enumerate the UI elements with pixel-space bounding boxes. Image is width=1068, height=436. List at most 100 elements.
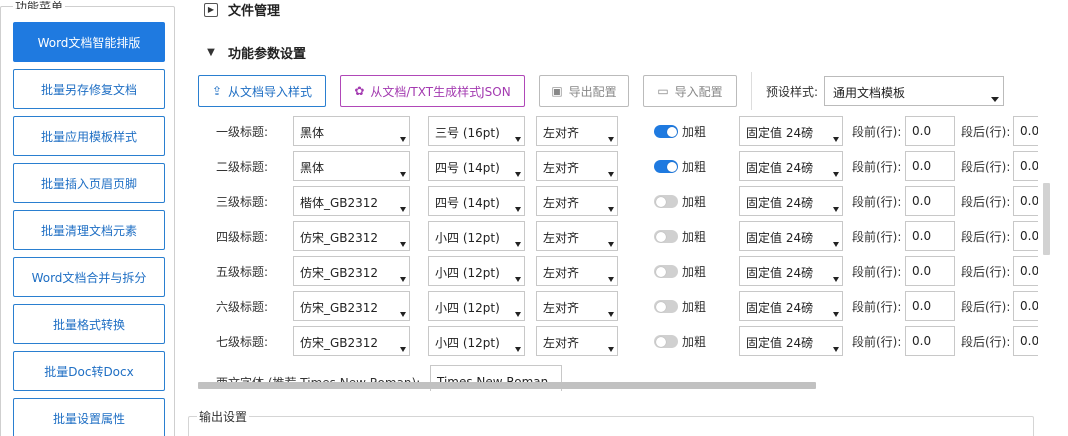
heading-settings-scroll-area[interactable]: 一级标题: 黑体 三号 (16pt) 左对齐 加粗 固定值 24磅 段前(行): 0.0 段后(… bbox=[198, 115, 1038, 391]
space-before-input[interactable]: 0.0 bbox=[905, 151, 955, 181]
space-before-input[interactable]: 0.0 bbox=[905, 326, 955, 356]
bold-label: 加粗 bbox=[682, 160, 707, 174]
horizontal-scrollbar[interactable] bbox=[198, 381, 1038, 390]
font-select-value: 仿宋_GB2312 bbox=[300, 231, 379, 245]
section-file-management[interactable]: ▶ 文件管理 bbox=[204, 0, 280, 19]
bold-label: 加粗 bbox=[682, 300, 707, 314]
bold-toggle[interactable] bbox=[654, 335, 678, 348]
bold-toggle[interactable] bbox=[654, 125, 678, 138]
chevron-down-icon bbox=[833, 172, 839, 177]
align-select[interactable]: 左对齐 bbox=[536, 256, 618, 286]
params-toolbar: ⇪ 从文档导入样式 ✿ 从文档/TXT生成样式JSON ▣ 导出配置 ▭ 导入配… bbox=[198, 72, 1005, 110]
sidebar-item[interactable]: 批量应用模板样式 bbox=[13, 116, 165, 156]
font-select[interactable]: 仿宋_GB2312 bbox=[293, 221, 410, 251]
font-select[interactable]: 仿宋_GB2312 bbox=[293, 326, 410, 356]
space-before-input[interactable]: 0.0 bbox=[905, 256, 955, 286]
font-select[interactable]: 仿宋_GB2312 bbox=[293, 291, 410, 321]
heading-row: 五级标题: 仿宋_GB2312 小四 (12pt) 左对齐 加粗 固定值 24磅 段前(行)… bbox=[198, 255, 1038, 287]
folder-icon: ▭ bbox=[657, 84, 669, 98]
import-config-button[interactable]: ▭ 导入配置 bbox=[643, 75, 737, 107]
sidebar-item[interactable]: 批量另存修复文档 bbox=[13, 69, 165, 109]
space-before-label: 段前(行): bbox=[852, 230, 902, 244]
align-select-value: 左对齐 bbox=[543, 266, 580, 280]
size-select[interactable]: 小四 (12pt) bbox=[428, 326, 525, 356]
section-params[interactable]: ▼ 功能参数设置 bbox=[204, 43, 306, 62]
space-after-label: 段后(行): bbox=[961, 125, 1011, 139]
align-select[interactable]: 左对齐 bbox=[536, 291, 618, 321]
export-config-button[interactable]: ▣ 导出配置 bbox=[539, 75, 629, 107]
triangle-down-icon[interactable]: ▼ bbox=[204, 47, 218, 58]
size-select[interactable]: 四号 (14pt) bbox=[428, 186, 525, 216]
generate-style-json-button[interactable]: ✿ 从文档/TXT生成样式JSON bbox=[340, 75, 525, 107]
bold-toggle[interactable] bbox=[654, 195, 678, 208]
bold-toggle[interactable] bbox=[654, 160, 678, 173]
sidebar-item[interactable]: 批量设置属性 bbox=[13, 398, 165, 436]
import-style-button[interactable]: ⇪ 从文档导入样式 bbox=[198, 75, 326, 107]
size-select[interactable]: 小四 (12pt) bbox=[428, 256, 525, 286]
font-select[interactable]: 黑体 bbox=[293, 151, 410, 181]
line-spacing-select[interactable]: 固定值 24磅 bbox=[739, 151, 843, 181]
output-settings-title: 输出设置 bbox=[197, 408, 250, 425]
sidebar-item[interactable]: 批量Doc转Docx bbox=[13, 351, 165, 391]
sidebar-item[interactable]: Word文档智能排版 bbox=[13, 22, 165, 62]
space-after-input[interactable]: 0.0 bbox=[1013, 221, 1038, 251]
align-select-value: 左对齐 bbox=[543, 301, 580, 315]
preset-style-select[interactable]: 通用文档模板 bbox=[824, 76, 1005, 106]
align-select[interactable]: 左对齐 bbox=[536, 221, 618, 251]
size-select[interactable]: 三号 (16pt) bbox=[428, 116, 525, 146]
chevron-down-icon bbox=[833, 137, 839, 142]
sidebar-item[interactable]: 批量插入页眉页脚 bbox=[13, 163, 165, 203]
line-spacing-select[interactable]: 固定值 24磅 bbox=[739, 291, 843, 321]
space-before-input[interactable]: 0.0 bbox=[905, 186, 955, 216]
space-after-input[interactable]: 0.0 bbox=[1013, 186, 1038, 216]
font-select[interactable]: 黑体 bbox=[293, 116, 410, 146]
line-spacing-select-value: 固定值 24磅 bbox=[746, 126, 814, 140]
chevron-down-icon bbox=[515, 242, 521, 247]
line-spacing-select[interactable]: 固定值 24磅 bbox=[739, 326, 843, 356]
bold-toggle[interactable] bbox=[654, 265, 678, 278]
bold-toggle[interactable] bbox=[654, 230, 678, 243]
space-before-input[interactable]: 0.0 bbox=[905, 291, 955, 321]
horizontal-scroll-thumb[interactable] bbox=[198, 382, 816, 389]
chevron-down-icon bbox=[400, 242, 406, 247]
sidebar-item[interactable]: 批量格式转换 bbox=[13, 304, 165, 344]
size-select-value: 三号 (16pt) bbox=[435, 126, 500, 140]
space-before-input[interactable]: 0.0 bbox=[905, 116, 955, 146]
sidebar-item[interactable]: Word文档合并与拆分 bbox=[13, 257, 165, 297]
bold-label: 加粗 bbox=[682, 230, 707, 244]
size-select-value: 小四 (12pt) bbox=[435, 301, 500, 315]
space-before-label: 段前(行): bbox=[852, 195, 902, 209]
space-after-input[interactable]: 0.0 bbox=[1013, 291, 1038, 321]
align-select[interactable]: 左对齐 bbox=[536, 151, 618, 181]
vertical-scroll-thumb[interactable] bbox=[1043, 183, 1050, 255]
space-after-input[interactable]: 0.0 bbox=[1013, 326, 1038, 356]
align-select[interactable]: 左对齐 bbox=[536, 186, 618, 216]
play-triangle-icon[interactable]: ▶ bbox=[204, 2, 218, 17]
line-spacing-select[interactable]: 固定值 24磅 bbox=[739, 256, 843, 286]
vertical-scrollbar[interactable] bbox=[1042, 115, 1051, 391]
font-select[interactable]: 仿宋_GB2312 bbox=[293, 256, 410, 286]
sidebar-item[interactable]: 批量清理文档元素 bbox=[13, 210, 165, 250]
font-select[interactable]: 楷体_GB2312 bbox=[293, 186, 410, 216]
space-after-input[interactable]: 0.0 bbox=[1013, 151, 1038, 181]
size-select[interactable]: 小四 (12pt) bbox=[428, 221, 525, 251]
import-icon: ⇪ bbox=[211, 84, 223, 98]
bold-toggle[interactable] bbox=[654, 300, 678, 313]
line-spacing-select[interactable]: 固定值 24磅 bbox=[739, 221, 843, 251]
space-before-label: 段前(行): bbox=[852, 265, 902, 279]
chevron-down-icon bbox=[515, 172, 521, 177]
line-spacing-select[interactable]: 固定值 24磅 bbox=[739, 186, 843, 216]
ai-brain-icon: ✿ bbox=[354, 84, 365, 98]
space-after-input[interactable]: 0.0 bbox=[1013, 116, 1038, 146]
align-select[interactable]: 左对齐 bbox=[536, 326, 618, 356]
align-select[interactable]: 左对齐 bbox=[536, 116, 618, 146]
space-after-label: 段后(行): bbox=[961, 265, 1011, 279]
size-select[interactable]: 四号 (14pt) bbox=[428, 151, 525, 181]
size-select[interactable]: 小四 (12pt) bbox=[428, 291, 525, 321]
section-title: 文件管理 bbox=[228, 4, 281, 19]
space-before-input[interactable]: 0.0 bbox=[905, 221, 955, 251]
toggle-knob bbox=[655, 266, 666, 277]
space-after-label: 段后(行): bbox=[961, 160, 1011, 174]
line-spacing-select[interactable]: 固定值 24磅 bbox=[739, 116, 843, 146]
space-after-input[interactable]: 0.0 bbox=[1013, 256, 1038, 286]
